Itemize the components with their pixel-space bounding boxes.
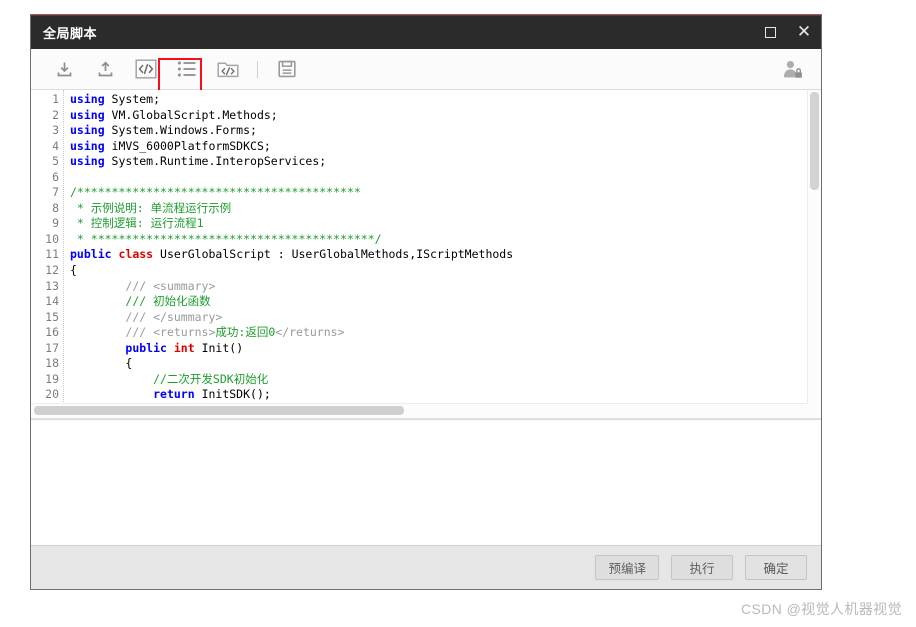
code-line: using System; — [70, 92, 161, 106]
code-content[interactable]: using System; using VM.GlobalScript.Metho… — [64, 90, 807, 418]
line-number: 3 — [52, 123, 59, 138]
dialog-button-bar: 预编译 执行 确定 — [31, 545, 821, 589]
code-box-icon — [135, 59, 157, 79]
execute-button[interactable]: 执行 — [671, 555, 733, 580]
line-number: 2 — [52, 107, 59, 122]
list-view-button[interactable] — [172, 55, 202, 83]
line-number: 17 — [45, 340, 59, 355]
line-number: 8 — [52, 200, 59, 215]
dialog-title: 全局脚本 — [43, 26, 98, 41]
line-number: 18 — [45, 356, 59, 371]
save-icon — [278, 60, 296, 78]
code-line: * 示例说明: 单流程运行示例 — [70, 200, 232, 215]
import-script-button[interactable] — [49, 55, 79, 83]
download-icon — [57, 62, 71, 76]
code-line: /// <returns>成功:返回0</returns> — [125, 325, 345, 340]
editor-toolbar — [31, 49, 821, 92]
line-number: 16 — [45, 325, 59, 340]
code-line: public class UserGlobalScript : UserGlob… — [70, 247, 514, 262]
watermark: CSDN @视觉人机器视觉 — [741, 601, 902, 617]
upload-icon — [98, 60, 112, 76]
maximize-button[interactable] — [753, 16, 787, 50]
code-line: using iMVS_6000PlatformSDKCS; — [70, 138, 271, 153]
code-line: * **************************************… — [70, 231, 382, 246]
code-folder-icon — [217, 62, 239, 78]
line-number: 4 — [52, 138, 59, 153]
list-icon — [177, 61, 196, 77]
toolbar-separator — [257, 60, 258, 78]
close-button[interactable]: ✕ — [787, 16, 821, 50]
line-number: 13 — [45, 278, 59, 293]
precompile-button[interactable]: 预编译 — [595, 555, 659, 580]
editor-horizontal-scrollbar[interactable] — [31, 403, 808, 418]
line-number: 5 — [52, 154, 59, 169]
line-number: 20 — [45, 387, 59, 402]
user-lock-button[interactable] — [777, 55, 807, 83]
code-line: //二次开发SDK初始化 — [70, 371, 269, 386]
code-line: using System.Windows.Forms; — [70, 123, 257, 138]
code-line: using System.Runtime.InteropServices; — [70, 154, 327, 169]
line-number: 6 — [52, 169, 59, 184]
save-button[interactable] — [272, 55, 302, 83]
code-folder-button[interactable] — [213, 55, 243, 83]
line-number: 10 — [45, 231, 59, 246]
code-line: return InitSDK(); — [153, 387, 271, 402]
user-lock-icon — [783, 60, 802, 78]
line-number: 12 — [45, 263, 59, 278]
line-number: 11 — [45, 247, 59, 262]
export-script-button[interactable] — [90, 55, 120, 83]
confirm-button[interactable]: 确定 — [745, 555, 807, 580]
code-line: /// 初始化函数 — [125, 294, 211, 309]
code-line: * 控制逻辑: 运行流程1 — [70, 216, 204, 231]
line-number: 15 — [45, 309, 59, 324]
code-line: using VM.GlobalScript.Methods; — [70, 107, 278, 122]
output-panel[interactable] — [31, 419, 821, 545]
vertical-scroll-thumb[interactable] — [810, 92, 819, 190]
line-number: 14 — [45, 294, 59, 309]
code-line: /***************************************… — [70, 185, 361, 200]
dialog-titlebar: 全局脚本 ✕ — [31, 15, 821, 49]
line-number: 19 — [45, 371, 59, 386]
editor-vertical-scrollbar[interactable] — [807, 90, 821, 418]
global-script-dialog: 全局脚本 ✕ 1 2 3 4 5 6 7 8 9 10 11 12 13 14 … — [30, 14, 822, 590]
line-number: 1 — [52, 92, 59, 106]
code-line: { — [70, 356, 133, 371]
line-number-gutter: 123456789101112131415161718192021 — [31, 90, 64, 418]
line-number: 9 — [52, 216, 59, 231]
code-line: /// <summary> — [125, 278, 216, 293]
code-scroll-area[interactable]: 123456789101112131415161718192021 using … — [31, 90, 807, 418]
code-line: public int Init() — [125, 340, 244, 355]
code-view-button[interactable] — [131, 55, 161, 83]
code-line: { — [70, 263, 77, 278]
maximize-icon — [764, 27, 776, 38]
code-editor[interactable]: 123456789101112131415161718192021 using … — [31, 90, 821, 419]
screenshot-root: 全局脚本 ✕ 1 2 3 4 5 6 7 8 9 10 11 12 13 14 … — [0, 0, 916, 627]
line-number: 7 — [52, 185, 59, 200]
code-line: /// </summary> — [125, 309, 223, 324]
close-icon: ✕ — [796, 22, 812, 42]
horizontal-scroll-thumb[interactable] — [34, 406, 404, 415]
